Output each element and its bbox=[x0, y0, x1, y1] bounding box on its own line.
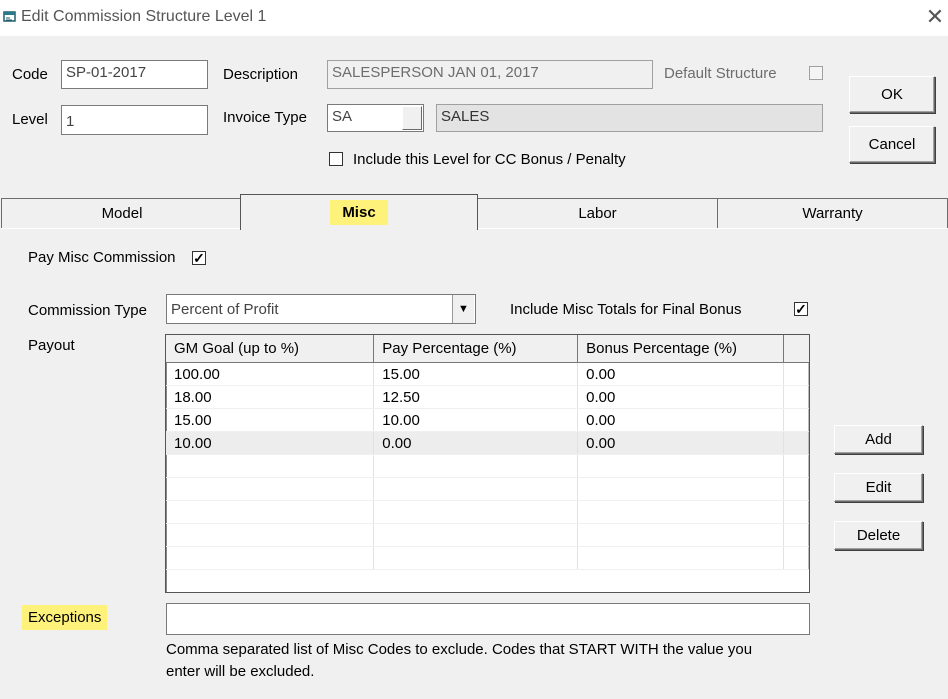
level-label: Level bbox=[12, 111, 48, 128]
cc-bonus-label: Include this Level for CC Bonus / Penalt… bbox=[353, 151, 626, 168]
add-button[interactable]: Add bbox=[834, 425, 923, 454]
invoice-type-label: Invoice Type bbox=[223, 109, 307, 126]
cell-gm-goal[interactable]: 18.00 bbox=[166, 385, 375, 409]
exceptions-input[interactable] bbox=[166, 603, 810, 635]
column-header-gm-goal[interactable]: GM Goal (up to %) bbox=[166, 335, 375, 363]
tab-warranty-label: Warranty bbox=[802, 205, 863, 222]
table-row[interactable]: 18.00 12.50 0.00 bbox=[166, 385, 810, 409]
exceptions-note-line1: Comma separated list of Misc Codes to ex… bbox=[166, 641, 753, 658]
tab-warranty[interactable]: Warranty bbox=[717, 198, 948, 229]
cell-gm-goal[interactable]: 10.00 bbox=[166, 431, 375, 455]
table-row[interactable]: 10.00 0.00 0.00 bbox=[166, 431, 810, 455]
cell-bonus-percentage[interactable]: 0.00 bbox=[577, 431, 784, 455]
level-field[interactable]: 1 bbox=[61, 105, 208, 135]
table-row[interactable]: 100.00 15.00 0.00 bbox=[166, 362, 810, 386]
cell-pay-percentage[interactable]: 12.50 bbox=[373, 385, 579, 409]
commission-type-select[interactable]: Percent of Profit bbox=[166, 294, 476, 324]
cell-filler bbox=[783, 385, 810, 409]
cc-bonus-checkbox[interactable] bbox=[329, 152, 343, 166]
edit-button[interactable]: Edit bbox=[834, 473, 923, 502]
cell-pay-percentage[interactable]: 10.00 bbox=[373, 408, 579, 432]
payout-label: Payout bbox=[28, 337, 75, 354]
column-header-filler bbox=[783, 335, 809, 363]
invoice-type-name-field: SALES bbox=[436, 104, 823, 132]
cell-bonus-percentage[interactable]: 0.00 bbox=[577, 385, 784, 409]
empty-row bbox=[166, 546, 810, 570]
cell-bonus-percentage[interactable]: 0.00 bbox=[577, 362, 784, 386]
cell-gm-goal[interactable]: 100.00 bbox=[166, 362, 375, 386]
default-structure-checkbox[interactable] bbox=[809, 66, 823, 80]
column-header-pay-percentage[interactable]: Pay Percentage (%) bbox=[373, 335, 579, 363]
invoice-type-lookup-button[interactable] bbox=[402, 106, 422, 130]
cell-pay-percentage[interactable]: 0.00 bbox=[373, 431, 579, 455]
cell-filler bbox=[783, 362, 810, 386]
empty-row bbox=[166, 523, 810, 547]
payout-table: GM Goal (up to %) Pay Percentage (%) Bon… bbox=[166, 335, 810, 570]
app-icon bbox=[3, 11, 16, 22]
tab-model[interactable]: Model bbox=[1, 198, 243, 229]
tab-misc-join bbox=[241, 228, 477, 231]
chevron-down-icon[interactable]: ▼ bbox=[452, 295, 474, 323]
delete-button[interactable]: Delete bbox=[834, 521, 923, 550]
column-header-bonus-percentage[interactable]: Bonus Percentage (%) bbox=[577, 335, 784, 363]
tab-labor[interactable]: Labor bbox=[476, 198, 719, 229]
code-label: Code bbox=[12, 66, 48, 83]
empty-row bbox=[166, 500, 810, 524]
ok-button[interactable]: OK bbox=[849, 76, 935, 113]
code-field[interactable]: SP-01-2017 bbox=[61, 60, 208, 89]
include-totals-checkbox[interactable]: ✓ bbox=[794, 302, 808, 316]
payout-header-row: GM Goal (up to %) Pay Percentage (%) Bon… bbox=[166, 335, 809, 363]
pay-misc-checkbox[interactable]: ✓ bbox=[192, 251, 206, 265]
payout-grid[interactable]: GM Goal (up to %) Pay Percentage (%) Bon… bbox=[165, 334, 810, 593]
pay-misc-label: Pay Misc Commission bbox=[28, 249, 176, 266]
cancel-button[interactable]: Cancel bbox=[849, 126, 935, 163]
cell-pay-percentage[interactable]: 15.00 bbox=[373, 362, 579, 386]
empty-row bbox=[166, 454, 810, 478]
include-totals-label: Include Misc Totals for Final Bonus bbox=[510, 301, 742, 318]
table-row[interactable]: 15.00 10.00 0.00 bbox=[166, 408, 810, 432]
exceptions-label: Exceptions bbox=[22, 605, 108, 630]
tab-model-label: Model bbox=[101, 205, 143, 222]
tab-misc-label: Misc bbox=[330, 200, 388, 225]
commission-type-value: Percent of Profit bbox=[171, 301, 279, 318]
default-structure-label: Default Structure bbox=[664, 65, 777, 82]
description-label: Description bbox=[223, 66, 299, 83]
description-field[interactable]: SALESPERSON JAN 01, 2017 bbox=[327, 60, 653, 89]
cell-filler bbox=[783, 408, 810, 432]
cell-gm-goal[interactable]: 15.00 bbox=[166, 408, 375, 432]
close-icon[interactable]: ✕ bbox=[922, 4, 948, 30]
exceptions-note-line2: enter will be excluded. bbox=[166, 663, 315, 680]
cell-bonus-percentage[interactable]: 0.00 bbox=[577, 408, 784, 432]
tab-labor-label: Labor bbox=[578, 205, 617, 222]
cell-filler bbox=[783, 431, 810, 455]
tab-misc[interactable]: Misc bbox=[240, 194, 478, 230]
commission-type-label: Commission Type bbox=[28, 302, 147, 319]
empty-row bbox=[166, 477, 810, 501]
window-title: Edit Commission Structure Level 1 bbox=[21, 8, 267, 25]
